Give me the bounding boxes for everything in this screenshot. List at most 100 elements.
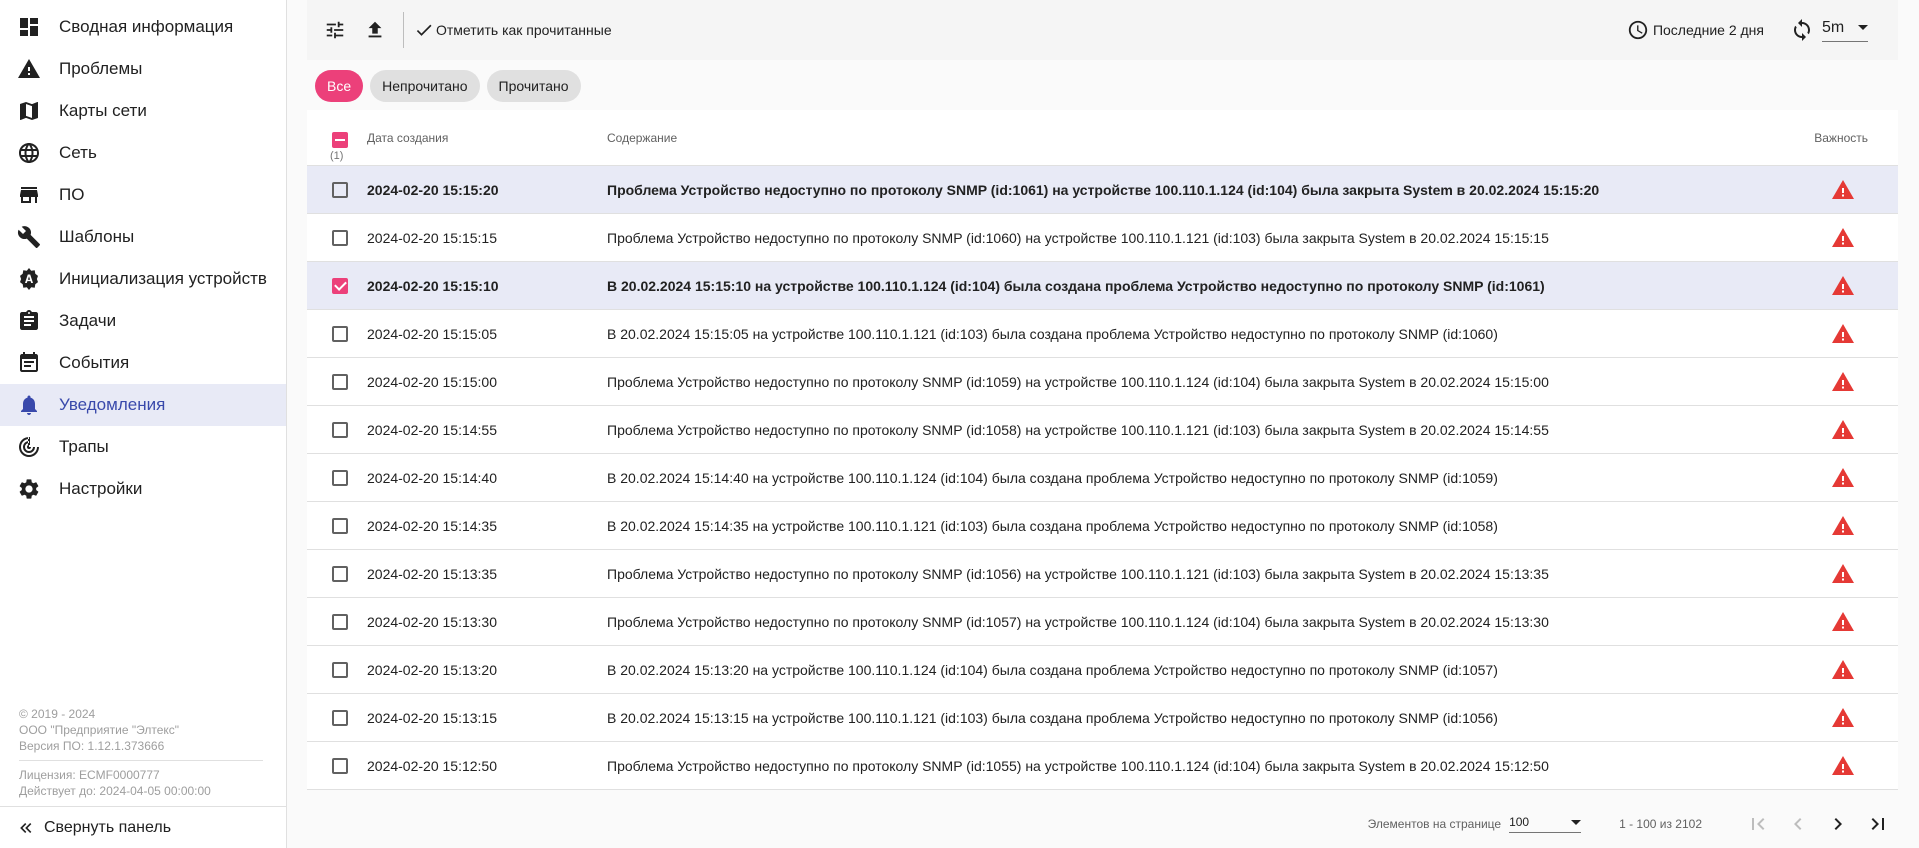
- filter-chip[interactable]: Прочитано: [486, 70, 581, 102]
- row-content: В 20.02.2024 15:14:40 на устройстве 100.…: [607, 469, 1498, 486]
- notifications-table: (1) Дата создания Содержание Важность 20…: [307, 110, 1898, 790]
- row-checkbox[interactable]: [332, 517, 348, 534]
- refresh-interval-value: 5m: [1822, 18, 1845, 36]
- filter-chip[interactable]: Непрочитано: [370, 70, 480, 102]
- row-checkbox[interactable]: [332, 181, 348, 198]
- row-checkbox[interactable]: [332, 757, 348, 774]
- sidebar-item-label: Сеть: [59, 143, 97, 162]
- table-row[interactable]: 2024-02-20 15:13:15 В 20.02.2024 15:13:15…: [307, 694, 1898, 742]
- filter-settings-button[interactable]: [315, 10, 355, 50]
- row-checkbox[interactable]: [332, 373, 348, 390]
- period-label: Последние 2 дня: [1652, 22, 1764, 38]
- chevron-down-icon: [1858, 25, 1868, 30]
- table-row[interactable]: 2024-02-20 15:12:50 Проблема Устройство н…: [307, 742, 1898, 790]
- row-content: Проблема Устройство недоступно по проток…: [607, 421, 1549, 438]
- row-date: 2024-02-20 15:15:15: [367, 229, 497, 246]
- table-row[interactable]: 2024-02-20 15:15:15 Проблема Устройство н…: [307, 214, 1898, 262]
- row-date: 2024-02-20 15:14:55: [367, 421, 497, 438]
- table-row[interactable]: 2024-02-20 15:14:35 В 20.02.2024 15:14:35…: [307, 502, 1898, 550]
- upload-icon: [368, 21, 382, 38]
- collapse-panel-button[interactable]: Свернуть панель: [0, 806, 286, 848]
- clock-icon: [1628, 20, 1648, 40]
- row-checkbox[interactable]: [332, 277, 348, 294]
- row-date: 2024-02-20 15:13:15: [367, 709, 497, 726]
- table-row[interactable]: 2024-02-20 15:13:35 Проблема Устройство н…: [307, 550, 1898, 598]
- first-page-button[interactable]: [1738, 804, 1778, 844]
- table-row[interactable]: 2024-02-20 15:15:05 В 20.02.2024 15:15:05…: [307, 310, 1898, 358]
- row-content: В 20.02.2024 15:14:35 на устройстве 100.…: [607, 517, 1498, 534]
- collapse-panel-label: Свернуть панель: [44, 818, 172, 836]
- column-header-date[interactable]: Дата создания: [367, 131, 448, 145]
- sidebar-item-label: Инициализация устройств: [59, 269, 267, 288]
- event-icon: [16, 350, 42, 376]
- sidebar-item-globe[interactable]: Сеть: [0, 132, 286, 174]
- sidebar-item-warning[interactable]: Проблемы: [0, 48, 286, 90]
- row-date: 2024-02-20 15:15:20: [367, 181, 499, 198]
- warning-triangle-icon: [1831, 754, 1855, 778]
- dashboard-icon: [16, 14, 42, 40]
- warning-triangle-icon: [1831, 370, 1855, 394]
- select-all-checkbox[interactable]: [332, 132, 348, 148]
- row-checkbox[interactable]: [332, 325, 348, 342]
- table-row[interactable]: 2024-02-20 15:15:10 В 20.02.2024 15:15:10…: [307, 262, 1898, 310]
- row-checkbox[interactable]: [332, 469, 348, 486]
- period-selector[interactable]: Последние 2 дня: [1627, 19, 1764, 41]
- sidebar-item-store[interactable]: ПО: [0, 174, 286, 216]
- gear-icon: [16, 476, 42, 502]
- row-checkbox[interactable]: [332, 565, 348, 582]
- auto-icon: [16, 266, 42, 292]
- mark-as-read-button[interactable]: Отметить как прочитанные: [414, 20, 612, 40]
- sidebar-item-gear[interactable]: Настройки: [0, 468, 286, 510]
- prev-page-button[interactable]: [1778, 804, 1818, 844]
- row-checkbox[interactable]: [332, 229, 348, 246]
- table-row[interactable]: 2024-02-20 15:14:40 В 20.02.2024 15:14:40…: [307, 454, 1898, 502]
- table-header: (1) Дата создания Содержание Важность: [307, 110, 1898, 166]
- sidebar-item-event[interactable]: События: [0, 342, 286, 384]
- chevron-down-icon: [1571, 819, 1582, 825]
- refresh-interval-select[interactable]: 5m: [1822, 19, 1868, 42]
- main-content: Отметить как прочитанные Последние 2 дня…: [287, 0, 1919, 848]
- tune-icon: [326, 21, 344, 39]
- sidebar-item-clipboard[interactable]: Задачи: [0, 300, 286, 342]
- per-page-select[interactable]: 100: [1509, 815, 1582, 833]
- sidebar-item-label: Задачи: [59, 311, 117, 330]
- toolbar-right: Последние 2 дня 5m: [1627, 0, 1868, 60]
- column-header-content: Содержание: [607, 131, 678, 145]
- sidebar-item-wrench[interactable]: Шаблоны: [0, 216, 286, 258]
- next-page-button[interactable]: [1818, 804, 1858, 844]
- sidebar-item-label: Сводная информация: [59, 17, 234, 36]
- table-row[interactable]: 2024-02-20 15:13:30 Проблема Устройство н…: [307, 598, 1898, 646]
- row-checkbox[interactable]: [332, 613, 348, 630]
- sidebar-item-label: Трапы: [59, 437, 109, 456]
- refresh-icon[interactable]: [1790, 18, 1814, 42]
- page-range: 1 - 100 из 2102: [1619, 817, 1702, 831]
- last-page-button[interactable]: [1858, 804, 1898, 844]
- sidebar-item-label: Шаблоны: [59, 227, 135, 246]
- table-row[interactable]: 2024-02-20 15:15:00 Проблема Устройство н…: [307, 358, 1898, 406]
- table-row[interactable]: 2024-02-20 15:13:20 В 20.02.2024 15:13:20…: [307, 646, 1898, 694]
- table-row[interactable]: 2024-02-20 15:15:20 Проблема Устройство н…: [307, 166, 1898, 214]
- sidebar-item-map[interactable]: Карты сети: [0, 90, 286, 132]
- double-chevron-left-icon: [20, 822, 32, 833]
- sidebar-item-bell[interactable]: Уведомления: [0, 384, 286, 426]
- copyright-text: © 2019 - 2024: [19, 707, 96, 721]
- row-checkbox[interactable]: [332, 421, 348, 438]
- check-icon: [416, 24, 432, 36]
- column-header-severity[interactable]: Важность: [1814, 131, 1868, 145]
- row-checkbox[interactable]: [332, 661, 348, 678]
- footer-divider: [19, 760, 263, 761]
- row-date: 2024-02-20 15:14:35: [367, 517, 497, 534]
- row-checkbox[interactable]: [332, 709, 348, 726]
- export-button[interactable]: [355, 10, 395, 50]
- row-content: Проблема Устройство недоступно по проток…: [607, 757, 1549, 774]
- table-row[interactable]: 2024-02-20 15:14:55 Проблема Устройство н…: [307, 406, 1898, 454]
- last-page-icon: [1871, 818, 1884, 830]
- sidebar-item-dashboard[interactable]: Сводная информация: [0, 6, 286, 48]
- row-date: 2024-02-20 15:15:10: [367, 277, 499, 294]
- sidebar-item-auto[interactable]: Инициализация устройств: [0, 258, 286, 300]
- row-date: 2024-02-20 15:15:00: [367, 373, 497, 390]
- version-text: Версия ПО: 1.12.1.373666: [19, 739, 165, 753]
- filter-chip[interactable]: Все: [315, 70, 364, 102]
- sidebar-item-trap[interactable]: Трапы: [0, 426, 286, 468]
- sidebar-item-label: Уведомления: [59, 395, 166, 414]
